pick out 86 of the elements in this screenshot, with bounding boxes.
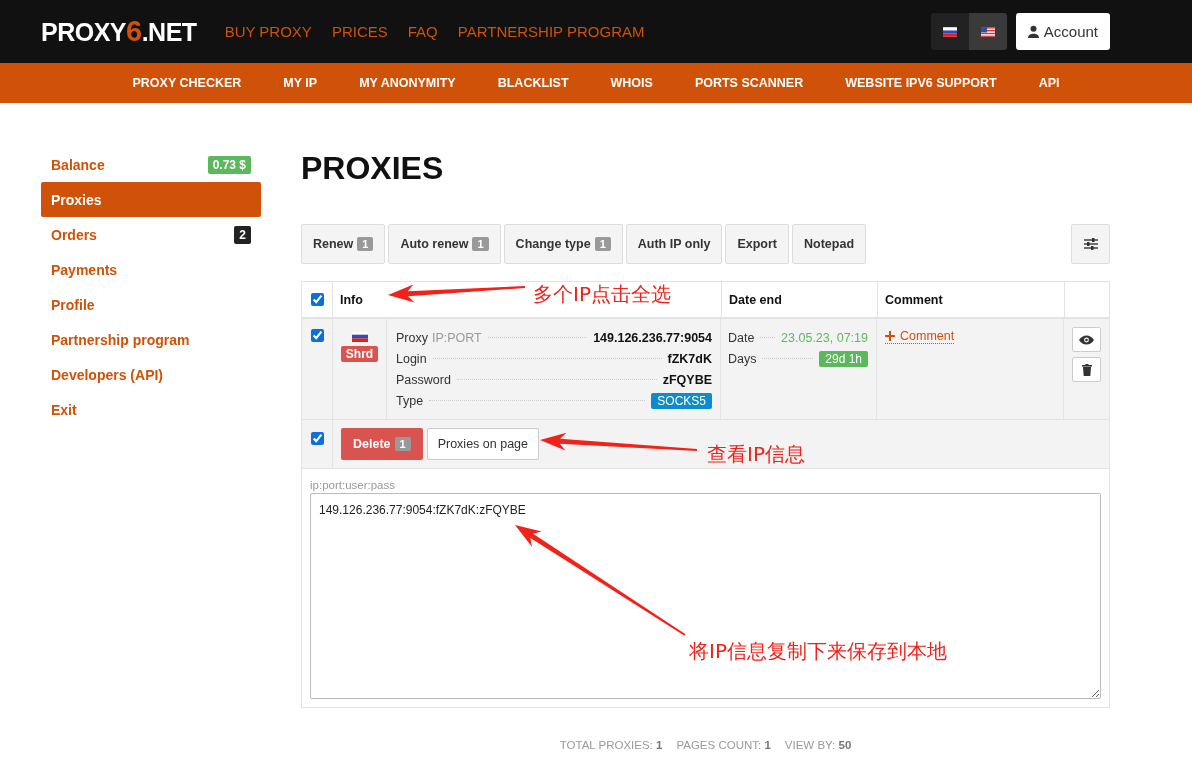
tool-link[interactable]: MY IP bbox=[283, 76, 318, 90]
sidebar-item[interactable]: Developers (API) bbox=[41, 357, 261, 392]
flag-icon bbox=[980, 26, 995, 37]
tool-link[interactable]: BLACKLIST bbox=[497, 76, 569, 90]
sidebar-label: Payments bbox=[51, 261, 118, 278]
menu-link[interactable]: PARTNERSHIP PROGRAM bbox=[457, 23, 645, 40]
tool-link[interactable]: WHOIS bbox=[610, 76, 653, 90]
sidebar-item[interactable]: Orders 2 bbox=[41, 217, 261, 252]
field-value: fZK7dK bbox=[667, 351, 712, 366]
field-label: Login bbox=[396, 351, 427, 366]
field-label: Proxy bbox=[396, 330, 428, 345]
field-label: Days bbox=[728, 351, 757, 366]
count-badge: 1 bbox=[472, 237, 489, 251]
tool-link[interactable]: WEBSITE IPV6 SUPPORT bbox=[845, 76, 997, 90]
field-value: zFQYBE bbox=[662, 372, 712, 387]
logo[interactable]: PROXY6.NET bbox=[41, 15, 197, 48]
sidebar-item[interactable]: Balance 0.73 $ bbox=[41, 147, 261, 182]
menu-link[interactable]: FAQ bbox=[407, 23, 438, 40]
page-title: PROXIES bbox=[301, 149, 445, 187]
toolbar-button[interactable]: Auto renew 1 bbox=[388, 224, 501, 264]
field-value: 23.05.23, 07:19 bbox=[781, 330, 868, 345]
language-button[interactable] bbox=[930, 13, 969, 50]
tool-link[interactable]: API bbox=[1038, 76, 1060, 90]
sidebar-item[interactable]: Proxies bbox=[41, 182, 261, 217]
field-label: Date bbox=[728, 330, 755, 345]
field-value: SOCKS5 bbox=[651, 392, 712, 409]
footer-stat: VIEW BY: 50 bbox=[784, 739, 852, 751]
sidebar-item[interactable]: Profile bbox=[41, 287, 261, 322]
field-label: ip:port:user:pass bbox=[310, 479, 396, 491]
tool-link[interactable]: PROXY CHECKER bbox=[132, 76, 242, 90]
plus-icon bbox=[885, 331, 895, 341]
toolbar-button[interactable]: Change type 1 bbox=[503, 224, 623, 264]
footer-stat: PAGES COUNT: 1 bbox=[676, 739, 771, 751]
sidebar-item[interactable]: Payments bbox=[41, 252, 261, 287]
annotation-text: 多个IP点击全选 bbox=[533, 281, 671, 308]
toolbar-button[interactable]: Notepad bbox=[792, 224, 867, 264]
field-value: 149.126.236.77:9054 bbox=[593, 330, 712, 345]
delete-button[interactable]: Delete 1 bbox=[341, 428, 423, 460]
tool-link[interactable]: MY ANONYMITY bbox=[359, 76, 456, 90]
field-hint: IP:PORT bbox=[431, 330, 482, 345]
field-label: Password bbox=[396, 372, 451, 387]
bulk-checkbox[interactable] bbox=[310, 432, 324, 445]
sidebar-label: Balance bbox=[51, 156, 105, 173]
toolbar-button[interactable]: Export bbox=[725, 224, 790, 264]
footer-stat: TOTAL PROXIES: 1 bbox=[559, 739, 663, 751]
tag: Shrd bbox=[340, 346, 379, 362]
proxies-on-page-button[interactable]: Proxies on page bbox=[426, 428, 539, 460]
column-header: Date end bbox=[728, 292, 782, 307]
account-button[interactable]: Account bbox=[1015, 13, 1110, 50]
settings-button[interactable] bbox=[1071, 224, 1110, 264]
eye-icon bbox=[1079, 334, 1094, 345]
sliders-icon bbox=[1083, 238, 1098, 250]
view-button[interactable] bbox=[1072, 327, 1101, 352]
select-all-checkbox[interactable] bbox=[310, 293, 324, 306]
count-badge: 0.73 $ bbox=[207, 155, 251, 174]
sidebar-label: Developers (API) bbox=[51, 366, 164, 383]
sidebar-label: Exit bbox=[51, 401, 77, 418]
flag-icon bbox=[942, 26, 957, 37]
sidebar-label: Proxies bbox=[51, 191, 102, 208]
row-checkbox[interactable] bbox=[310, 329, 324, 342]
toolbar-button[interactable]: Renew 1 bbox=[301, 224, 386, 264]
flag-icon bbox=[351, 331, 368, 342]
field-value: 29d 1h bbox=[819, 350, 868, 367]
tool-link[interactable]: PORTS SCANNER bbox=[694, 76, 804, 90]
count-badge: 1 bbox=[594, 237, 611, 251]
delete-button[interactable] bbox=[1072, 357, 1101, 382]
trash-icon bbox=[1081, 363, 1092, 376]
count-badge: 1 bbox=[357, 237, 374, 251]
language-button[interactable] bbox=[968, 13, 1007, 50]
field-label: Type bbox=[396, 393, 424, 408]
sidebar-label: Profile bbox=[51, 296, 95, 313]
menu-link[interactable]: BUY PROXY bbox=[224, 23, 312, 40]
sidebar-item[interactable]: Partnership program bbox=[41, 322, 261, 357]
annotation-text: 查看IP信息 bbox=[707, 441, 805, 468]
count-badge: 2 bbox=[234, 225, 251, 244]
annotation-text: 将IP信息复制下来保存到本地 bbox=[689, 638, 947, 665]
user-icon bbox=[1027, 25, 1039, 38]
sidebar-item[interactable]: Exit bbox=[41, 392, 261, 427]
menu-link[interactable]: PRICES bbox=[331, 23, 388, 40]
toolbar-button[interactable]: Auth IP only bbox=[625, 224, 723, 264]
sidebar-label: Orders bbox=[51, 226, 97, 243]
add-comment-link[interactable]: Comment bbox=[885, 329, 955, 344]
column-header: Comment bbox=[884, 292, 943, 307]
count-badge: 1 bbox=[394, 437, 411, 451]
sidebar-label: Partnership program bbox=[51, 331, 190, 348]
column-header: Info bbox=[339, 292, 363, 307]
